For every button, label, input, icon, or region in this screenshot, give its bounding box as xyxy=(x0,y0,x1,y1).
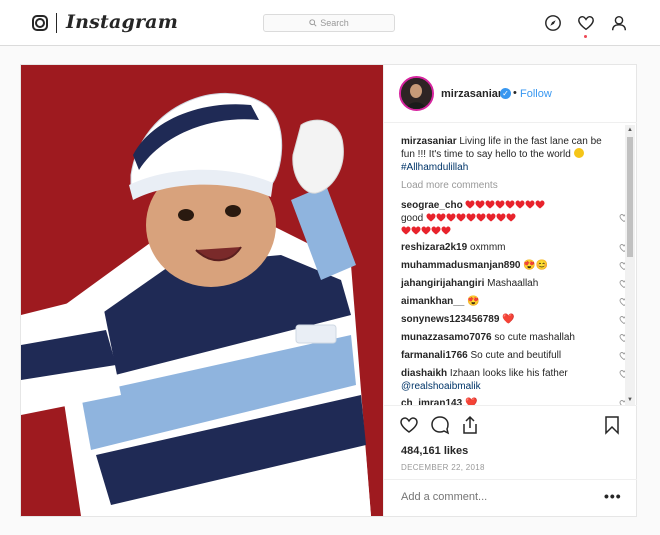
follow-button[interactable]: Follow xyxy=(520,88,552,100)
post-sidebar: mirzasaniar ✓ • Follow mirzasaniar Livin… xyxy=(383,65,637,516)
more-options-icon[interactable]: ••• xyxy=(604,488,622,504)
comment-username[interactable]: jahangirijahangiri xyxy=(401,278,484,289)
avatar[interactable] xyxy=(399,76,434,111)
list-item: sonynews123456789 ❤️ xyxy=(401,313,621,326)
likes-count[interactable]: 484,161 likes xyxy=(401,445,468,457)
heart-emoji-icon xyxy=(431,226,441,235)
comment-username[interactable]: muhammadusmanjan890 xyxy=(401,260,521,271)
heart-emoji-icon xyxy=(496,213,506,222)
comments-scrollbar[interactable]: ▲ ▼ xyxy=(625,125,635,405)
scroll-up-arrow-icon[interactable]: ▲ xyxy=(627,127,633,133)
comment-username[interactable]: reshizara2k19 xyxy=(401,242,467,253)
heart-emoji-icon xyxy=(456,213,466,222)
comment-text: Izhaan looks like his father xyxy=(449,368,568,379)
comment-text: 😍😊 xyxy=(523,260,549,271)
comment-username[interactable]: ch_imran143 xyxy=(401,398,462,405)
heart-emoji-icon xyxy=(535,200,545,209)
header-separator: • xyxy=(513,87,517,99)
heart-emoji-icon xyxy=(411,226,421,235)
list-item: muhammadusmanjan890 😍😊 xyxy=(401,259,621,272)
comment-text: oxmmm xyxy=(469,242,506,253)
comment-username[interactable]: aimankhan__ xyxy=(401,296,464,307)
caption-username[interactable]: mirzasaniar xyxy=(401,136,457,147)
baby-photo-illustration xyxy=(21,65,383,516)
post-photo[interactable] xyxy=(21,65,383,516)
list-item: diashaikh Izhaan looks like his father @r… xyxy=(401,367,621,393)
list-item: ch_imran143 ❤️ xyxy=(401,397,621,405)
comment-username[interactable]: diashaikh xyxy=(401,368,447,379)
comments-list[interactable]: mirzasaniar Living life in the fast lane… xyxy=(384,123,637,405)
heart-emoji-icon xyxy=(421,226,431,235)
comment-text: so cute mashallah xyxy=(494,332,575,343)
heart-emoji-icon xyxy=(441,226,451,235)
list-item: farmanali1766 So cute and beutifull xyxy=(401,349,621,362)
comment-username[interactable]: sonynews123456789 xyxy=(401,314,499,325)
list-item: aimankhan__ 😍 xyxy=(401,295,621,308)
caption-hashtag[interactable]: #Allhamdulillah xyxy=(401,162,468,173)
heart-emoji-icon xyxy=(426,213,436,222)
heart-emoji-icon xyxy=(401,226,411,235)
post-header: mirzasaniar ✓ • Follow xyxy=(384,65,637,123)
compass-icon[interactable] xyxy=(544,14,562,32)
list-item: seograe_cho good xyxy=(401,199,621,238)
share-icon[interactable] xyxy=(460,415,480,435)
post-username[interactable]: mirzasaniar xyxy=(441,88,502,100)
heart-emoji-icon xyxy=(465,200,475,209)
notification-dot xyxy=(584,35,587,38)
comment-text: 😍 xyxy=(467,296,480,307)
post-date[interactable]: DECEMBER 22, 2018 xyxy=(401,463,485,472)
list-item: jahangirijahangiri Mashaallah xyxy=(401,277,621,290)
comment-bubble-icon[interactable] xyxy=(430,415,450,435)
comment-text: ❤️ xyxy=(502,314,515,325)
heart-emoji-icon xyxy=(446,213,456,222)
heart-emoji-group xyxy=(465,200,545,211)
load-more-comments-button[interactable]: Load more comments xyxy=(401,180,498,191)
heart-emoji-icon xyxy=(515,200,525,209)
heart-emoji-icon xyxy=(506,213,516,222)
heart-emoji-icon xyxy=(436,213,446,222)
heart-emoji-icon xyxy=(485,200,495,209)
add-comment-bar: ••• xyxy=(384,479,637,516)
person-icon[interactable] xyxy=(610,14,628,32)
post-actions xyxy=(384,405,637,445)
heart-emoji-icon xyxy=(466,213,476,222)
heart-emoji-icon xyxy=(486,213,496,222)
add-comment-input[interactable] xyxy=(401,491,591,503)
verified-badge-icon: ✓ xyxy=(500,88,511,99)
search-input[interactable]: Search xyxy=(263,14,395,32)
scroll-down-arrow-icon[interactable]: ▼ xyxy=(627,397,633,403)
comment-username[interactable]: seograe_cho xyxy=(401,200,463,211)
instagram-wordmark[interactable]: Instagram xyxy=(66,11,178,33)
heart-icon[interactable] xyxy=(577,14,595,32)
search-icon xyxy=(309,19,317,27)
post-card: mirzasaniar ✓ • Follow mirzasaniar Livin… xyxy=(20,64,637,517)
top-nav-bar: Instagram Search xyxy=(0,0,660,46)
bookmark-icon[interactable] xyxy=(602,415,622,435)
comment-text: Mashaallah xyxy=(487,278,539,289)
search-placeholder: Search xyxy=(320,18,349,28)
comment-text: So cute and beutifull xyxy=(470,350,562,361)
logo-divider xyxy=(56,13,57,33)
instagram-camera-icon[interactable] xyxy=(32,15,48,31)
comment-text: ❤️ xyxy=(464,398,478,405)
scrollbar-thumb[interactable] xyxy=(627,137,633,257)
like-heart-icon[interactable] xyxy=(399,415,419,435)
heart-emoji-icon xyxy=(505,200,515,209)
heart-emoji-icon xyxy=(476,213,486,222)
heart-emoji-icon xyxy=(525,200,535,209)
comment-username[interactable]: munazzasamo7076 xyxy=(401,332,492,343)
list-item: reshizara2k19 oxmmm xyxy=(401,241,621,254)
comment-mention[interactable]: @realshoaibmalik xyxy=(401,381,481,392)
heart-emoji-icon xyxy=(475,200,485,209)
list-item: munazzasamo7076 so cute mashallah xyxy=(401,331,621,344)
laughing-emoji-icon xyxy=(573,148,584,158)
comment-text: good xyxy=(401,213,424,224)
heart-emoji-icon xyxy=(495,200,505,209)
post-caption: mirzasaniar Living life in the fast lane… xyxy=(401,135,611,174)
comment-username[interactable]: farmanali1766 xyxy=(401,350,468,361)
